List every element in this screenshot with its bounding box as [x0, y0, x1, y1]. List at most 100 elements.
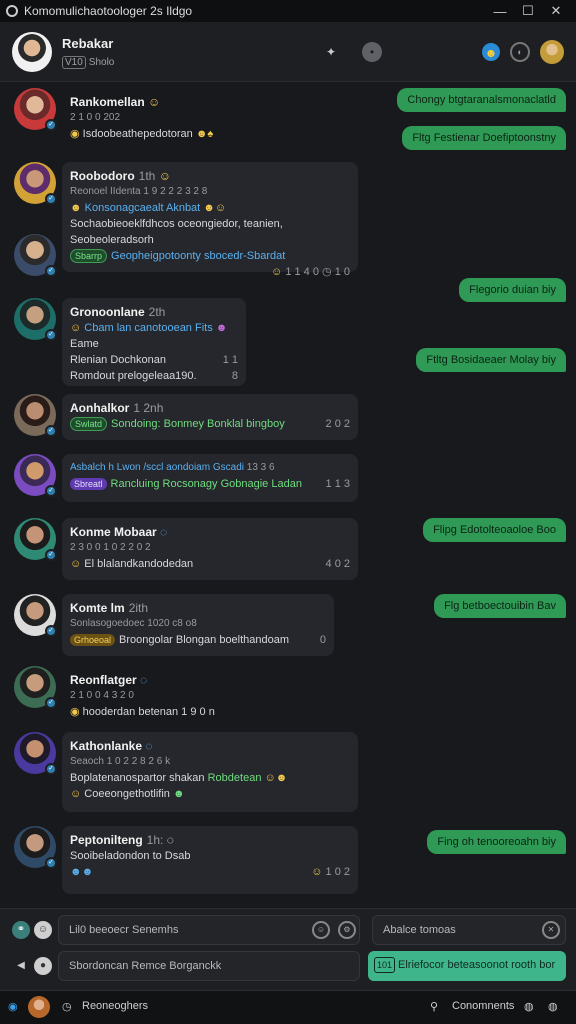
- outgoing-bubble[interactable]: Flegorio duian biy: [459, 278, 566, 302]
- status-badge: Sbarrp: [70, 249, 108, 263]
- status-icon: ◌: [145, 739, 153, 753]
- status-bar: ◉ ◷ Reoneoghers ⚲ Conomnents ◍ ◍: [0, 990, 576, 1024]
- status-badge: Sbreatl: [70, 478, 107, 490]
- message-card[interactable]: Konme Mobaar ◌ 2 3 0 0 1 0 2 2 0 2 ☺ El …: [62, 518, 358, 580]
- clear-icon[interactable]: ✕: [542, 921, 560, 939]
- avatar[interactable]: ✓: [14, 162, 57, 205]
- coin-icon: ◉: [70, 706, 80, 718]
- message-card[interactable]: Reonflatger ◌ 2 1 0 0 4 3 2 0 ◉ hooderda…: [62, 666, 262, 726]
- avatar[interactable]: ✓: [14, 518, 57, 561]
- status-badge: Grhoeoal: [70, 634, 116, 646]
- message-count: 1 0 2: [325, 866, 350, 878]
- message-card[interactable]: Peptonilteng 1h: ◌ Sooibeladondon to Dsab…: [62, 826, 358, 894]
- outgoing-bubble[interactable]: Chongy btgtaranalsmonaclatld: [397, 88, 566, 112]
- message-footer: ☻☻ ☺ 1 0 2: [70, 864, 350, 880]
- message-time: 2ith: [128, 601, 149, 615]
- verified-icon: ✓: [45, 265, 57, 277]
- verified-icon: ✓: [45, 193, 57, 205]
- emoji-icon: ☺: [271, 266, 283, 278]
- more-icon[interactable]: •: [362, 41, 382, 62]
- avatar[interactable]: ✓: [14, 732, 57, 775]
- emoji-icon[interactable]: ☻: [482, 42, 500, 61]
- verified-icon: ✓: [45, 857, 57, 869]
- message-time: 1h:: [146, 833, 164, 847]
- avatar[interactable]: ✓: [14, 88, 57, 131]
- message-highlight: Konsonagcaealt Aknbat: [84, 202, 201, 214]
- header-sub: Sholo: [88, 56, 115, 68]
- sender-name: Konme Mobaar ◌: [70, 524, 350, 540]
- message-card[interactable]: Rankomellan ☺ 2 1 0 0 202 ◉ Isdoobeathep…: [62, 88, 262, 148]
- outgoing-bubble[interactable]: Fltg Festienar Doefiptoonstny: [402, 126, 566, 150]
- message-feed[interactable]: ✓ Rankomellan ☺ 2 1 0 0 202 ◉ Isdoobeath…: [0, 82, 576, 908]
- outgoing-bubble[interactable]: Flg betboectouibin Bav: [434, 594, 566, 618]
- header-tag: V10: [62, 55, 86, 69]
- verified-icon: ✓: [45, 697, 57, 709]
- globe-icon[interactable]: ◉: [8, 1000, 18, 1013]
- message-card[interactable]: Aonhalkor 1 2nh Swlatd Sondoing: Bonmey Bo…: [62, 394, 358, 440]
- chat-header: Rebakar V10 Sholo ✦ • ☻ ◐: [0, 22, 576, 82]
- composer: ⚭ ☺ Lil0 beeoecr Senemhs ☺ ⚙ Abalce tomo…: [0, 908, 576, 990]
- message-time: 1 2nh: [133, 401, 164, 415]
- message-link[interactable]: Geopheigpotoonty sbocedr-Sbardat: [111, 250, 285, 262]
- status-left[interactable]: Reoneoghers: [82, 1000, 148, 1012]
- reply-input[interactable]: Sbordoncan Remce Borganckk: [58, 951, 360, 981]
- sender-name-text: Asbalch h Lwon /sccl aondoiam Gscadi: [70, 462, 244, 473]
- maximize-icon[interactable]: ☐: [514, 3, 542, 19]
- avatar[interactable]: ✓: [14, 594, 57, 637]
- message-card[interactable]: Asbalch h Lwon /sccl aondoiam Gscadi 13 …: [62, 454, 358, 502]
- message-text: Boplatenanospartor shakan Robdetean ☺☻: [70, 770, 350, 786]
- emoji-icon[interactable]: ☺: [312, 921, 330, 939]
- outgoing-bubble[interactable]: Fing oh tenooreoahn biy: [427, 830, 566, 854]
- sticker-icon[interactable]: ☺: [34, 921, 52, 939]
- message-text-body: Romdout prelogeleaa190.: [70, 370, 197, 382]
- avatar[interactable]: ✓: [14, 234, 57, 277]
- message-highlight: Rancluing Rocsonagy Gobnagie Ladan: [110, 478, 302, 490]
- outgoing-bubble[interactable]: Ftltg Bosidaeaer Molay biy: [416, 348, 566, 372]
- bell-icon[interactable]: ◍: [524, 1000, 534, 1013]
- sender-name-text: Reonflatger: [70, 673, 137, 687]
- call-icon[interactable]: ◐: [510, 41, 530, 62]
- emoji-icon: ☻: [172, 788, 185, 800]
- emoji-icon: ☺: [70, 322, 82, 334]
- settings-icon[interactable]: ⚙: [338, 921, 356, 939]
- send-label: Elriefocor beteasoonot rooth bor: [398, 959, 556, 971]
- send-button[interactable]: 101 Elriefocor beteasoonot rooth bor: [368, 951, 566, 981]
- message-text-body: Broongolar Blongan boelthandoam: [119, 634, 290, 646]
- avatar[interactable]: ✓: [14, 298, 57, 341]
- link-icon: ⚲: [430, 1001, 439, 1013]
- attach-icon[interactable]: ⚭: [12, 921, 30, 939]
- sender-name-text: Rankomellan: [70, 95, 145, 109]
- message-card[interactable]: Komte lm 2ith Sonlasogoedoec 1020 c8 o8 G…: [62, 594, 334, 656]
- app-icon: [6, 5, 18, 17]
- sender-name: Kathonlanke ◌: [70, 738, 350, 754]
- profile-avatar-icon[interactable]: [540, 39, 564, 64]
- message-text: Seobeoleradsorh: [70, 234, 154, 246]
- minimize-icon[interactable]: —: [486, 4, 514, 19]
- emoji-icon: ☻☺: [203, 202, 227, 214]
- timer-icon: ◷: [322, 266, 332, 278]
- message-card[interactable]: Kathonlanke ◌ Seaoch 1 0 2 2 8 2 6 k Bop…: [62, 732, 358, 812]
- message-meta: Seaoch 1 0 2 2 8 2 6 k: [70, 756, 171, 767]
- back-icon[interactable]: ◀: [12, 957, 30, 975]
- message-count: 1 9 0 n: [181, 706, 215, 718]
- message-count: 4 0 2: [325, 558, 350, 570]
- window-title: Komomulichaotoologer 2s Ildgo: [24, 4, 193, 18]
- outgoing-bubble[interactable]: Flipg Edotolteoaoloe Boo: [423, 518, 566, 542]
- sender-name-text: Gronoonlane: [70, 305, 145, 319]
- info-icon[interactable]: ◍: [548, 1000, 558, 1013]
- avatar[interactable]: [12, 31, 52, 72]
- pin-icon[interactable]: ✦: [324, 42, 338, 62]
- avatar[interactable]: ✓: [14, 394, 57, 437]
- avatar[interactable]: ✓: [14, 826, 57, 869]
- message-card[interactable]: Roobodoro 1th ☺ Reonoel IIdenta 1 9 2 2 2…: [62, 162, 358, 278]
- avatar[interactable]: ✓: [14, 454, 57, 497]
- avatar[interactable]: [28, 996, 50, 1018]
- avatar[interactable]: ✓: [14, 666, 57, 709]
- message-text: ◉ Isdoobeathepedotoran ☻♠: [70, 126, 254, 142]
- voice-icon[interactable]: ●: [34, 957, 52, 975]
- verified-icon: ✓: [45, 549, 57, 561]
- status-right[interactable]: Conomnents: [452, 1000, 514, 1012]
- close-icon[interactable]: ✕: [542, 3, 570, 19]
- message-card[interactable]: Gronoonlane 2th ☺ Cbam lan canotooean Fit…: [62, 298, 246, 386]
- search-input[interactable]: Abalce tomoas: [372, 915, 566, 945]
